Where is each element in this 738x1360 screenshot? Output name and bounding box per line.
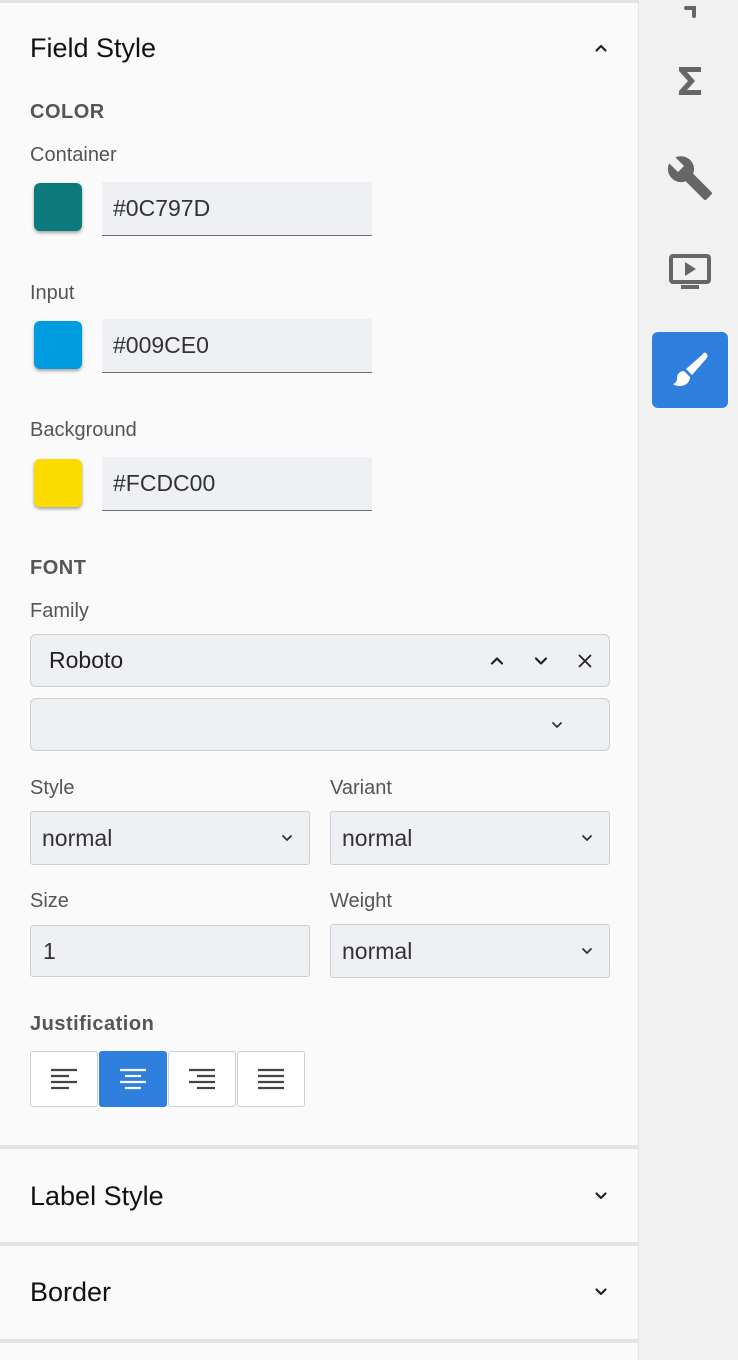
weight-label: Weight bbox=[330, 890, 392, 912]
font-family-secondary-select[interactable] bbox=[30, 698, 610, 751]
wrench-icon bbox=[667, 156, 712, 200]
chevron-down-icon bbox=[579, 830, 595, 846]
font-size-input[interactable] bbox=[30, 925, 310, 977]
clear-icon[interactable] bbox=[563, 639, 607, 683]
background-color-input[interactable] bbox=[102, 457, 372, 511]
container-label: Container bbox=[30, 144, 117, 166]
paintbrush-icon bbox=[673, 352, 708, 386]
align-center-icon bbox=[120, 1068, 146, 1090]
background-color-swatch[interactable] bbox=[34, 459, 82, 507]
label-style-header[interactable]: Label Style bbox=[0, 1150, 639, 1242]
font-group-title: FONT bbox=[30, 557, 87, 579]
font-variant-select[interactable]: normal bbox=[330, 811, 610, 865]
justification-label: Justification bbox=[30, 1013, 155, 1035]
chevron-down-icon bbox=[579, 943, 595, 959]
partial-tool-icon bbox=[684, 6, 696, 18]
chevron-down-icon bbox=[549, 717, 565, 733]
font-weight-select[interactable]: normal bbox=[330, 924, 610, 978]
chevron-up-icon bbox=[593, 40, 609, 56]
toolbar-item-style[interactable] bbox=[652, 332, 728, 408]
align-left-button[interactable] bbox=[30, 1051, 98, 1107]
size-label: Size bbox=[30, 890, 69, 912]
style-label: Style bbox=[30, 777, 75, 799]
border-title: Border bbox=[30, 1276, 112, 1307]
toolbar-item-partial[interactable] bbox=[652, 0, 728, 36]
border-header[interactable]: Border bbox=[0, 1246, 639, 1338]
properties-panel: Field Style COLOR Container Input Backgr… bbox=[0, 0, 639, 1360]
align-right-button[interactable] bbox=[168, 1051, 236, 1107]
toolbar-item-calculations[interactable] bbox=[652, 43, 728, 119]
align-justify-icon bbox=[258, 1068, 284, 1090]
section-divider bbox=[0, 1339, 639, 1343]
font-weight-value: normal bbox=[342, 937, 413, 964]
align-justify-button[interactable] bbox=[237, 1051, 305, 1107]
section-divider bbox=[0, 1145, 639, 1149]
chevron-down-icon bbox=[279, 830, 295, 846]
input-color-swatch[interactable] bbox=[34, 321, 82, 369]
preview-icon bbox=[669, 254, 711, 289]
field-style-title: Field Style bbox=[30, 32, 157, 63]
chevron-up-icon[interactable] bbox=[475, 639, 519, 683]
font-family-value: Roboto bbox=[49, 647, 124, 673]
sigma-icon bbox=[679, 67, 701, 95]
align-center-button[interactable] bbox=[99, 1051, 167, 1107]
toolbar-item-preview[interactable] bbox=[652, 234, 728, 310]
align-left-icon bbox=[51, 1068, 77, 1090]
toolbar-item-settings[interactable] bbox=[652, 140, 728, 216]
font-family-select[interactable]: Roboto bbox=[30, 634, 610, 687]
label-style-title: Label Style bbox=[30, 1180, 164, 1211]
chevron-down-icon[interactable] bbox=[519, 639, 563, 683]
color-group-title: COLOR bbox=[30, 101, 105, 123]
input-color-input[interactable] bbox=[102, 319, 372, 373]
container-color-input[interactable] bbox=[102, 182, 372, 236]
chevron-down-icon bbox=[593, 1284, 609, 1300]
field-style-header[interactable]: Field Style bbox=[0, 20, 639, 76]
background-label: Background bbox=[30, 419, 137, 441]
container-color-swatch[interactable] bbox=[34, 183, 82, 231]
top-divider bbox=[0, 0, 639, 3]
family-label: Family bbox=[30, 600, 89, 622]
font-style-select[interactable]: normal bbox=[30, 811, 310, 865]
input-label: Input bbox=[30, 282, 75, 304]
right-toolbar bbox=[640, 0, 738, 1360]
align-right-icon bbox=[189, 1068, 215, 1090]
justification-button-group bbox=[30, 1051, 306, 1107]
font-variant-value: normal bbox=[342, 824, 413, 851]
variant-label: Variant bbox=[330, 777, 392, 799]
chevron-down-icon bbox=[593, 1188, 609, 1204]
font-style-value: normal bbox=[42, 824, 113, 851]
